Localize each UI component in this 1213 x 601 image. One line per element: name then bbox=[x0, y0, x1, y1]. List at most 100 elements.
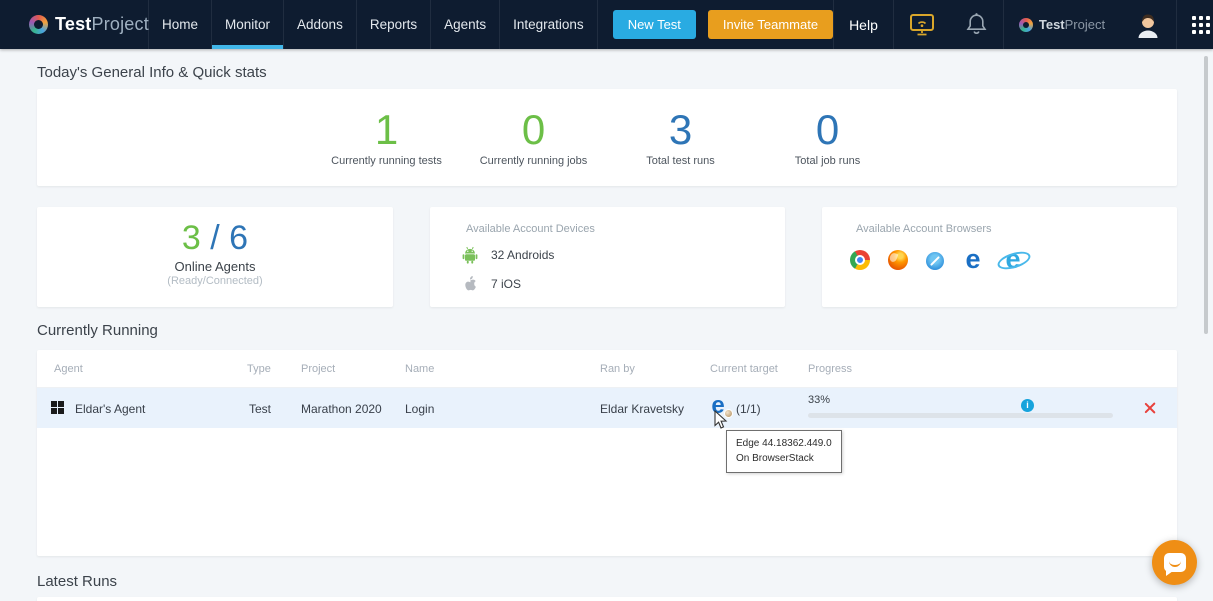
bell-icon bbox=[966, 13, 987, 34]
brand-logo[interactable]: TestProject bbox=[0, 0, 149, 49]
brand-name: TestProject bbox=[55, 14, 149, 35]
latest-runs-heading: Latest Runs bbox=[37, 573, 118, 590]
stat-total-job-runs: 0 Total job runs bbox=[754, 105, 901, 168]
brand-name-light: Project bbox=[91, 14, 149, 34]
stat-label: Total test runs bbox=[646, 155, 715, 168]
chat-bubble-icon bbox=[1163, 553, 1186, 576]
quick-stats-card: 1 Currently running tests 0 Currently ru… bbox=[37, 89, 1177, 186]
ios-devices-row: 7 iOS bbox=[462, 275, 785, 292]
help-menu[interactable]: Help bbox=[833, 0, 893, 49]
quick-stats-heading: Today's General Info & Quick stats bbox=[37, 64, 267, 81]
cell-test-name: Login bbox=[405, 402, 435, 416]
stat-value: 0 bbox=[815, 105, 840, 153]
android-devices-row: 32 Androids bbox=[462, 246, 785, 264]
stat-value: 1 bbox=[374, 105, 399, 153]
abort-run-button[interactable] bbox=[1143, 401, 1157, 415]
stat-label: Currently running jobs bbox=[479, 155, 588, 168]
main-nav: Home Monitor Addons Reports Agents Integ… bbox=[148, 0, 598, 49]
agent-cast-button[interactable] bbox=[892, 0, 950, 49]
column-header-agent: Agent bbox=[54, 363, 83, 375]
windows-icon bbox=[51, 401, 64, 414]
nav-tab-reports[interactable]: Reports bbox=[355, 0, 430, 49]
android-count-label: 32 Androids bbox=[491, 248, 555, 262]
stat-running-jobs: 0 Currently running jobs bbox=[460, 105, 607, 168]
stat-running-tests: 1 Currently running tests bbox=[313, 105, 460, 168]
stat-value: 0 bbox=[521, 105, 546, 153]
column-header-ran-by: Ran by bbox=[600, 363, 635, 375]
cell-ran-by: Eldar Kravetsky bbox=[600, 402, 685, 416]
testproject-logo-icon bbox=[29, 15, 48, 34]
info-icon[interactable] bbox=[1021, 399, 1034, 412]
edge-icon bbox=[962, 248, 984, 272]
browsers-row bbox=[850, 248, 1177, 272]
column-header-type: Type bbox=[247, 363, 271, 375]
online-agents-title: Online Agents bbox=[174, 259, 256, 275]
stat-label: Total job runs bbox=[794, 155, 861, 168]
cell-project: Marathon 2020 bbox=[301, 402, 382, 416]
chat-widget-button[interactable] bbox=[1152, 540, 1197, 585]
ios-count-label: 7 iOS bbox=[491, 276, 522, 291]
agents-total: 6 bbox=[229, 219, 249, 257]
column-header-progress: Progress bbox=[808, 363, 853, 375]
testproject-small-logo-icon bbox=[1018, 17, 1033, 32]
cast-monitor-icon bbox=[909, 13, 934, 35]
currently-running-table: Agent Type Project Name Ran by Current t… bbox=[37, 350, 1177, 556]
target-tooltip: Edge 44.18362.449.0 On BrowserStack bbox=[726, 430, 842, 473]
apps-menu-button[interactable] bbox=[1176, 0, 1213, 49]
nav-right-cluster: Help TestProject bbox=[833, 0, 1213, 49]
new-test-button[interactable]: New Test bbox=[612, 10, 696, 39]
user-avatar-button[interactable] bbox=[1120, 0, 1176, 49]
android-icon bbox=[462, 246, 478, 264]
latest-runs-card bbox=[37, 597, 1177, 601]
column-header-name: Name bbox=[405, 363, 435, 375]
nav-tab-agents[interactable]: Agents bbox=[430, 0, 499, 49]
progress-percent-label: 33% bbox=[808, 394, 831, 406]
cell-type: Test bbox=[249, 402, 272, 416]
nav-tab-addons[interactable]: Addons bbox=[283, 0, 356, 49]
online-agents-card: 3 / 6 Online Agents (Ready/Connected) bbox=[37, 207, 393, 307]
online-agents-count: 3 / 6 bbox=[37, 219, 393, 257]
cell-agent-name: Eldar's Agent bbox=[75, 402, 146, 416]
online-agents-subtitle: (Ready/Connected) bbox=[167, 275, 263, 288]
tooltip-line2: On BrowserStack bbox=[736, 453, 814, 464]
mouse-cursor bbox=[714, 410, 728, 429]
account-brand-light: Project bbox=[1064, 17, 1106, 32]
top-navbar: TestProject Home Monitor Addons Reports … bbox=[0, 0, 1213, 49]
currently-running-heading: Currently Running bbox=[37, 322, 158, 339]
agents-online: 3 bbox=[181, 219, 201, 257]
brand-name-bold: Test bbox=[55, 14, 92, 34]
account-brand-bold: Test bbox=[1038, 17, 1065, 32]
agents-slash: / bbox=[200, 219, 230, 257]
account-browsers-card: Available Account Browsers bbox=[822, 207, 1177, 307]
apps-grid-icon bbox=[1192, 15, 1211, 34]
avatar bbox=[1138, 14, 1158, 38]
table-row[interactable]: Eldar's Agent Test Marathon 2020 Login E… bbox=[37, 388, 1177, 428]
progress-bar bbox=[808, 413, 1113, 418]
table-header: Agent Type Project Name Ran by Current t… bbox=[37, 350, 1177, 388]
nav-tab-home[interactable]: Home bbox=[148, 0, 211, 49]
chat-smile-icon bbox=[1168, 560, 1181, 567]
devices-card-title: Available Account Devices bbox=[466, 223, 595, 235]
nav-tab-monitor[interactable]: Monitor bbox=[211, 0, 284, 49]
account-brand-name: TestProject bbox=[1039, 17, 1105, 32]
nav-tab-integrations[interactable]: Integrations bbox=[499, 0, 598, 49]
help-label: Help bbox=[849, 16, 878, 33]
scrollbar-thumb[interactable] bbox=[1204, 56, 1208, 334]
browsers-card-title: Available Account Browsers bbox=[856, 223, 992, 235]
chrome-icon bbox=[850, 250, 870, 270]
notifications-button[interactable] bbox=[950, 0, 1003, 49]
firefox-icon bbox=[888, 250, 908, 270]
account-brand[interactable]: TestProject bbox=[1002, 0, 1120, 49]
stat-total-test-runs: 3 Total test runs bbox=[607, 105, 754, 168]
column-header-current-target: Current target bbox=[710, 363, 778, 375]
apple-icon bbox=[465, 276, 476, 291]
account-devices-card: Available Account Devices 32 Androids 7 … bbox=[430, 207, 785, 307]
invite-teammate-button[interactable]: Invite Teammate bbox=[707, 10, 834, 39]
internet-explorer-icon bbox=[1002, 248, 1024, 272]
stat-value: 3 bbox=[668, 105, 693, 153]
nav-actions: New Test Invite Teammate bbox=[612, 0, 834, 49]
monitor-dashboard: TestProject Home Monitor Addons Reports … bbox=[0, 0, 1213, 601]
tooltip-line1: Edge 44.18362.449.0 bbox=[736, 438, 832, 449]
safari-icon bbox=[926, 251, 944, 270]
stat-label: Currently running tests bbox=[331, 155, 442, 168]
